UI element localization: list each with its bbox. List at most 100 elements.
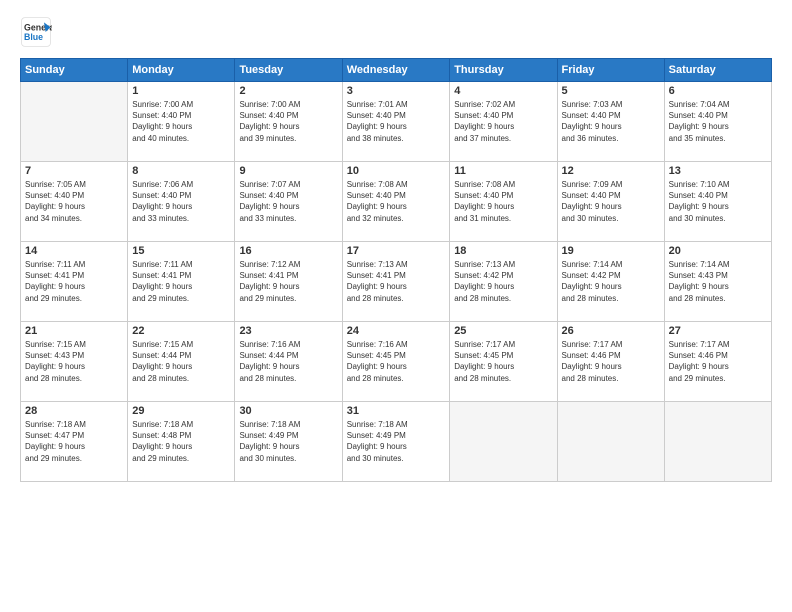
day-info: Sunrise: 7:15 AMSunset: 4:44 PMDaylight:… xyxy=(132,339,230,384)
day-info: Sunrise: 7:16 AMSunset: 4:45 PMDaylight:… xyxy=(347,339,445,384)
calendar-cell: 28 Sunrise: 7:18 AMSunset: 4:47 PMDayligh… xyxy=(21,402,128,482)
day-info: Sunrise: 7:18 AMSunset: 4:49 PMDaylight:… xyxy=(347,419,445,464)
calendar-cell xyxy=(21,82,128,162)
calendar-header-friday: Friday xyxy=(557,59,664,82)
day-number: 26 xyxy=(562,325,660,337)
day-info: Sunrise: 7:09 AMSunset: 4:40 PMDaylight:… xyxy=(562,179,660,224)
calendar-cell: 18 Sunrise: 7:13 AMSunset: 4:42 PMDayligh… xyxy=(450,242,557,322)
day-number: 12 xyxy=(562,165,660,177)
calendar-cell: 11 Sunrise: 7:08 AMSunset: 4:40 PMDayligh… xyxy=(450,162,557,242)
calendar-cell: 1 Sunrise: 7:00 AMSunset: 4:40 PMDaylight… xyxy=(128,82,235,162)
day-info: Sunrise: 7:13 AMSunset: 4:41 PMDaylight:… xyxy=(347,259,445,304)
calendar-cell: 9 Sunrise: 7:07 AMSunset: 4:40 PMDaylight… xyxy=(235,162,342,242)
day-number: 29 xyxy=(132,405,230,417)
week-row-0: 1 Sunrise: 7:00 AMSunset: 4:40 PMDaylight… xyxy=(21,82,772,162)
day-info: Sunrise: 7:03 AMSunset: 4:40 PMDaylight:… xyxy=(562,99,660,144)
calendar-cell: 29Sunrise: 7:18 AMSunset: 4:48 PMDayligh… xyxy=(128,402,235,482)
day-number: 4 xyxy=(454,85,552,97)
svg-text:Blue: Blue xyxy=(24,32,43,42)
day-info: Sunrise: 7:15 AMSunset: 4:43 PMDaylight:… xyxy=(25,339,123,384)
day-info: Sunrise: 7:12 AMSunset: 4:41 PMDaylight:… xyxy=(239,259,337,304)
day-number: 9 xyxy=(239,165,337,177)
calendar-header-row: SundayMondayTuesdayWednesdayThursdayFrid… xyxy=(21,59,772,82)
calendar-header-monday: Monday xyxy=(128,59,235,82)
day-number: 10 xyxy=(347,165,445,177)
week-row-4: 28 Sunrise: 7:18 AMSunset: 4:47 PMDayligh… xyxy=(21,402,772,482)
day-info: Sunrise: 7:08 AMSunset: 4:40 PMDaylight:… xyxy=(454,179,552,224)
day-info: Sunrise: 7:10 AMSunset: 4:40 PMDaylight:… xyxy=(669,179,767,224)
day-number: 1 xyxy=(132,85,230,97)
day-info: Sunrise: 7:14 AMSunset: 4:42 PMDaylight:… xyxy=(562,259,660,304)
day-number: 27 xyxy=(669,325,767,337)
calendar-header-tuesday: Tuesday xyxy=(235,59,342,82)
day-number: 23 xyxy=(239,325,337,337)
calendar-cell: 16 Sunrise: 7:12 AMSunset: 4:41 PMDayligh… xyxy=(235,242,342,322)
day-number: 16 xyxy=(239,245,337,257)
calendar-cell: 8Sunrise: 7:06 AMSunset: 4:40 PMDaylight… xyxy=(128,162,235,242)
calendar-cell: 22 Sunrise: 7:15 AMSunset: 4:44 PMDayligh… xyxy=(128,322,235,402)
day-info: Sunrise: 7:18 AMSunset: 4:49 PMDaylight:… xyxy=(239,419,337,464)
day-number: 30 xyxy=(239,405,337,417)
logo-icon: General Blue xyxy=(20,16,52,48)
calendar-cell: 30 Sunrise: 7:18 AMSunset: 4:49 PMDayligh… xyxy=(235,402,342,482)
calendar-cell: 19Sunrise: 7:14 AMSunset: 4:42 PMDayligh… xyxy=(557,242,664,322)
day-number: 18 xyxy=(454,245,552,257)
header: General Blue xyxy=(20,16,772,48)
day-number: 2 xyxy=(239,85,337,97)
week-row-2: 14 Sunrise: 7:11 AMSunset: 4:41 PMDayligh… xyxy=(21,242,772,322)
day-info: Sunrise: 7:17 AMSunset: 4:46 PMDaylight:… xyxy=(669,339,767,384)
day-number: 3 xyxy=(347,85,445,97)
day-number: 5 xyxy=(562,85,660,97)
day-info: Sunrise: 7:13 AMSunset: 4:42 PMDaylight:… xyxy=(454,259,552,304)
day-number: 11 xyxy=(454,165,552,177)
calendar-cell: 5 Sunrise: 7:03 AMSunset: 4:40 PMDaylight… xyxy=(557,82,664,162)
day-info: Sunrise: 7:00 AMSunset: 4:40 PMDaylight:… xyxy=(132,99,230,144)
day-number: 21 xyxy=(25,325,123,337)
day-number: 28 xyxy=(25,405,123,417)
day-number: 7 xyxy=(25,165,123,177)
calendar-cell: 6 Sunrise: 7:04 AMSunset: 4:40 PMDaylight… xyxy=(664,82,771,162)
calendar-cell: 20 Sunrise: 7:14 AMSunset: 4:43 PMDayligh… xyxy=(664,242,771,322)
day-info: Sunrise: 7:02 AMSunset: 4:40 PMDaylight:… xyxy=(454,99,552,144)
day-info: Sunrise: 7:05 AMSunset: 4:40 PMDaylight:… xyxy=(25,179,123,224)
day-info: Sunrise: 7:08 AMSunset: 4:40 PMDaylight:… xyxy=(347,179,445,224)
page: General Blue SundayMondayTuesdayWednesda… xyxy=(0,0,792,612)
day-number: 17 xyxy=(347,245,445,257)
day-number: 25 xyxy=(454,325,552,337)
calendar-cell: 21 Sunrise: 7:15 AMSunset: 4:43 PMDayligh… xyxy=(21,322,128,402)
day-info: Sunrise: 7:07 AMSunset: 4:40 PMDaylight:… xyxy=(239,179,337,224)
calendar: SundayMondayTuesdayWednesdayThursdayFrid… xyxy=(20,58,772,482)
day-number: 15 xyxy=(132,245,230,257)
day-number: 14 xyxy=(25,245,123,257)
calendar-cell: 15 Sunrise: 7:11 AMSunset: 4:41 PMDayligh… xyxy=(128,242,235,322)
day-info: Sunrise: 7:04 AMSunset: 4:40 PMDaylight:… xyxy=(669,99,767,144)
day-info: Sunrise: 7:14 AMSunset: 4:43 PMDaylight:… xyxy=(669,259,767,304)
calendar-cell: 7 Sunrise: 7:05 AMSunset: 4:40 PMDaylight… xyxy=(21,162,128,242)
calendar-cell: 12 Sunrise: 7:09 AMSunset: 4:40 PMDayligh… xyxy=(557,162,664,242)
calendar-cell: 24Sunrise: 7:16 AMSunset: 4:45 PMDayligh… xyxy=(342,322,449,402)
calendar-header-sunday: Sunday xyxy=(21,59,128,82)
day-info: Sunrise: 7:11 AMSunset: 4:41 PMDaylight:… xyxy=(25,259,123,304)
calendar-cell: 14 Sunrise: 7:11 AMSunset: 4:41 PMDayligh… xyxy=(21,242,128,322)
day-info: Sunrise: 7:17 AMSunset: 4:45 PMDaylight:… xyxy=(454,339,552,384)
calendar-header-thursday: Thursday xyxy=(450,59,557,82)
week-row-3: 21 Sunrise: 7:15 AMSunset: 4:43 PMDayligh… xyxy=(21,322,772,402)
day-number: 22 xyxy=(132,325,230,337)
calendar-cell: 4 Sunrise: 7:02 AMSunset: 4:40 PMDaylight… xyxy=(450,82,557,162)
day-number: 6 xyxy=(669,85,767,97)
calendar-cell xyxy=(557,402,664,482)
calendar-cell: 3Sunrise: 7:01 AMSunset: 4:40 PMDaylight… xyxy=(342,82,449,162)
calendar-header-wednesday: Wednesday xyxy=(342,59,449,82)
week-row-1: 7 Sunrise: 7:05 AMSunset: 4:40 PMDaylight… xyxy=(21,162,772,242)
logo: General Blue xyxy=(20,16,52,48)
calendar-cell: 31Sunrise: 7:18 AMSunset: 4:49 PMDayligh… xyxy=(342,402,449,482)
day-number: 20 xyxy=(669,245,767,257)
calendar-cell: 23 Sunrise: 7:16 AMSunset: 4:44 PMDayligh… xyxy=(235,322,342,402)
calendar-cell: 13 Sunrise: 7:10 AMSunset: 4:40 PMDayligh… xyxy=(664,162,771,242)
day-number: 13 xyxy=(669,165,767,177)
day-info: Sunrise: 7:06 AMSunset: 4:40 PMDaylight:… xyxy=(132,179,230,224)
day-info: Sunrise: 7:11 AMSunset: 4:41 PMDaylight:… xyxy=(132,259,230,304)
calendar-cell: 2Sunrise: 7:00 AMSunset: 4:40 PMDaylight… xyxy=(235,82,342,162)
day-info: Sunrise: 7:18 AMSunset: 4:47 PMDaylight:… xyxy=(25,419,123,464)
day-info: Sunrise: 7:16 AMSunset: 4:44 PMDaylight:… xyxy=(239,339,337,384)
